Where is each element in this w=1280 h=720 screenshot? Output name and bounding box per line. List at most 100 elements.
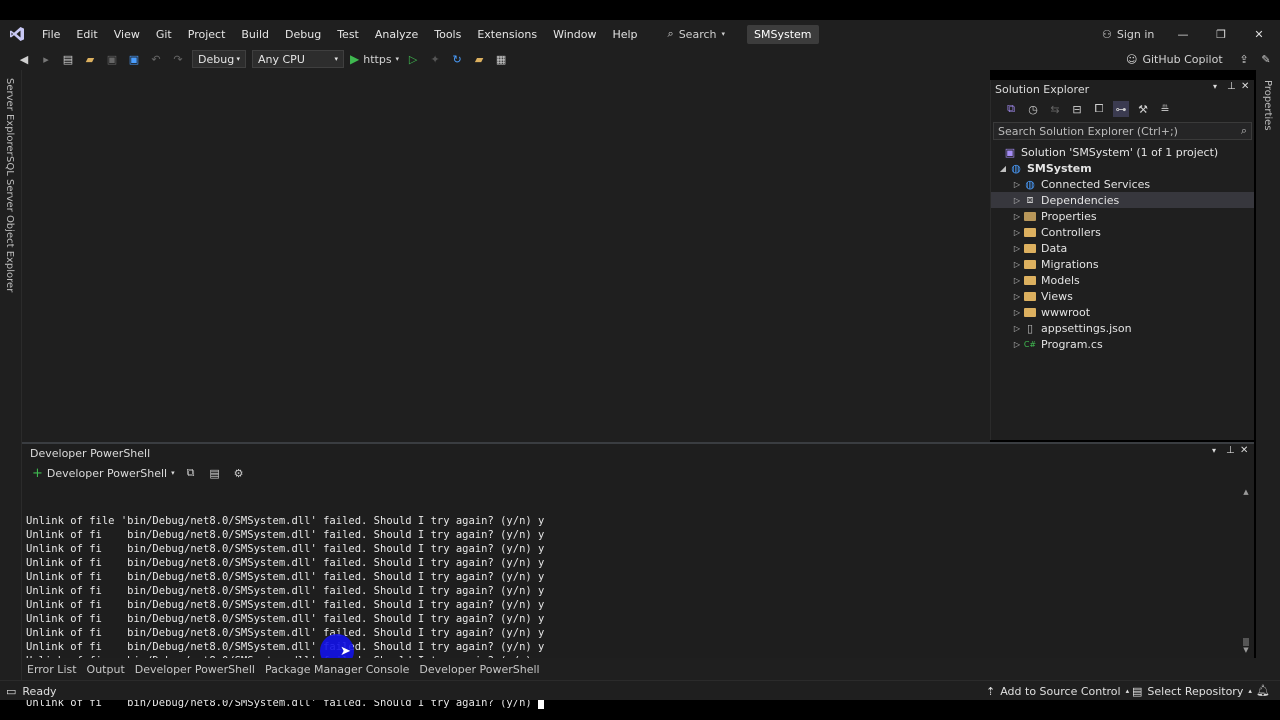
tree-item-controllers[interactable]: ▷ Controllers (991, 224, 1254, 240)
configuration-select[interactable]: Debug ▾ (192, 50, 246, 68)
expand-arrow-icon[interactable]: ▷ (1011, 340, 1023, 349)
chevron-down-icon[interactable]: ▾ (1213, 82, 1217, 91)
redo-icon[interactable]: ↷ (170, 51, 186, 67)
settings-gear-icon[interactable]: ⚙ (231, 465, 247, 481)
tree-item-views[interactable]: ▷ Views (991, 288, 1254, 304)
minimize-button[interactable]: — (1164, 20, 1202, 48)
menu-item-test[interactable]: Test (329, 28, 367, 41)
settings-wrench-icon[interactable]: ⚒ (1135, 101, 1151, 117)
expand-arrow-icon[interactable]: ▷ (1011, 196, 1023, 205)
expand-arrow-icon[interactable]: ▷ (1011, 276, 1023, 285)
menu-item-view[interactable]: View (106, 28, 148, 41)
close-icon[interactable]: ✕ (1240, 445, 1248, 456)
folder-view-icon[interactable]: ▰ (471, 51, 487, 67)
save-icon[interactable]: ▣ (104, 51, 120, 67)
tree-item-label: wwwroot (1041, 305, 1091, 319)
new-project-icon[interactable]: ▤ (60, 51, 76, 67)
expand-arrow-icon[interactable]: ▷ (1011, 244, 1023, 253)
tree-item-wwwroot[interactable]: ▷ wwwroot (991, 304, 1254, 320)
tree-item-program-cs[interactable]: ▷ C# Program.cs (991, 336, 1254, 352)
expand-arrow-icon[interactable]: ▷ (1011, 324, 1023, 333)
sync-icon[interactable]: ⇆ (1047, 101, 1063, 117)
start-debugging-button[interactable]: ▶ https ▾ (350, 52, 399, 66)
share-icon[interactable]: ⇪ (1236, 51, 1252, 67)
scroll-thumb[interactable] (1243, 638, 1249, 646)
attach-icon[interactable]: ✦ (427, 51, 443, 67)
tree-item-connected-services[interactable]: ▷ ◍ Connected Services (991, 176, 1254, 192)
menu-item-edit[interactable]: Edit (68, 28, 105, 41)
restore-button[interactable]: ❐ (1202, 20, 1240, 48)
expand-arrow-icon[interactable]: ▷ (1011, 180, 1023, 189)
menu-item-project[interactable]: Project (180, 28, 234, 41)
menu-item-tools[interactable]: Tools (426, 28, 469, 41)
forward-navigate-icon[interactable]: ▸ (38, 51, 54, 67)
tab-developer-powershell-4[interactable]: Developer PowerShell (414, 663, 544, 676)
search-button[interactable]: ⌕ Search ▾ (660, 27, 733, 41)
tree-item-dependencies[interactable]: ▷ ⧈ Dependencies (991, 192, 1254, 208)
menu-item-analyze[interactable]: Analyze (367, 28, 426, 41)
preview-icon[interactable]: ≞ (1157, 101, 1173, 117)
tree-item-properties[interactable]: ▷ Properties (991, 208, 1254, 224)
undo-icon[interactable]: ↶ (148, 51, 164, 67)
menu-item-build[interactable]: Build (233, 28, 277, 41)
expand-arrow-icon[interactable]: ▷ (1011, 228, 1023, 237)
expanded-arrow-icon[interactable]: ◢ (997, 164, 1009, 173)
github-copilot-button[interactable]: ☺ GitHub Copilot (1126, 48, 1223, 70)
expand-arrow-icon[interactable]: ▷ (1011, 212, 1023, 221)
title-menu-bar: File Edit View Git Project Build Debug Test Anal… (0, 20, 1280, 48)
solution-node[interactable]: ▣ Solution 'SMSystem' (1 of 1 project) (991, 144, 1254, 160)
feedback-icon[interactable]: ✎ (1258, 51, 1274, 67)
expand-arrow-icon[interactable]: ▷ (1011, 260, 1023, 269)
tree-item-appsettings-json[interactable]: ▷ ▯ appsettings.json (991, 320, 1254, 336)
layout-icon[interactable]: ▦ (493, 51, 509, 67)
tab-error-list-0[interactable]: Error List (22, 663, 82, 676)
open-folder-icon[interactable]: ▰ (82, 51, 98, 67)
sql-server-object-explorer-tab[interactable]: SQL Server Object Explorer (4, 156, 15, 292)
save-all-icon[interactable]: ▣ (126, 51, 142, 67)
notification-bell-icon[interactable]: 🔔︎ (1256, 684, 1270, 697)
tree-item-data[interactable]: ▷ Data (991, 240, 1254, 256)
pin-icon[interactable]: ⊥ (1226, 445, 1235, 456)
terminal-scrollbar[interactable]: ▲ ▼ (1240, 488, 1252, 656)
properties-tab[interactable]: Properties (1262, 80, 1273, 131)
close-icon[interactable]: ✕ (1241, 81, 1249, 92)
back-navigate-icon[interactable]: ◀ (16, 51, 32, 67)
project-node[interactable]: ◢ ◍ SMSystem (991, 160, 1254, 176)
pin-icon[interactable]: ⊥ (1227, 81, 1236, 92)
show-all-files-icon[interactable]: ⧠ (1091, 101, 1107, 117)
server-explorer-tab[interactable]: Server Explorer (4, 78, 15, 156)
new-terminal-button[interactable]: + Developer PowerShell ▾ (32, 466, 175, 481)
copy-icon[interactable]: ⧉ (183, 465, 199, 481)
expand-arrow-icon[interactable]: ▷ (1011, 292, 1023, 301)
menu-item-window[interactable]: Window (545, 28, 604, 41)
status-icon: ▭ (6, 684, 17, 698)
history-icon[interactable]: ◷ (1025, 101, 1041, 117)
select-repository-button[interactable]: ▤ Select Repository ▴ (1132, 681, 1252, 701)
platform-select[interactable]: Any CPU ▾ (252, 50, 344, 68)
sign-in-button[interactable]: ⚇ Sign in (1102, 20, 1154, 48)
expand-arrow-icon[interactable]: ▷ (1011, 308, 1023, 317)
menu-item-git[interactable]: Git (148, 28, 180, 41)
tab-output-1[interactable]: Output (82, 663, 130, 676)
collapse-all-icon[interactable]: ⊟ (1069, 101, 1085, 117)
tree-item-migrations[interactable]: ▷ Migrations (991, 256, 1254, 272)
close-window-button[interactable]: ✕ (1240, 20, 1278, 48)
tab-package-manager-console-3[interactable]: Package Manager Console (260, 663, 414, 676)
scroll-down-icon[interactable]: ▼ (1240, 646, 1252, 654)
start-without-debugging-icon[interactable]: ▷ (405, 51, 421, 67)
tab-developer-powershell-2[interactable]: Developer PowerShell (130, 663, 260, 676)
tree-item-models[interactable]: ▷ Models (991, 272, 1254, 288)
solution-explorer-search-input[interactable]: Search Solution Explorer (Ctrl+;) ⌕ (993, 122, 1252, 140)
menu-item-debug[interactable]: Debug (277, 28, 329, 41)
solution-icon: ▣ (1004, 145, 1016, 159)
hot-reload-icon[interactable]: ↻ (449, 51, 465, 67)
chevron-down-icon[interactable]: ▾ (1212, 446, 1216, 455)
menu-item-extensions[interactable]: Extensions (469, 28, 545, 41)
paste-icon[interactable]: ▤ (207, 465, 223, 481)
scroll-up-icon[interactable]: ▲ (1240, 488, 1252, 496)
menu-item-file[interactable]: File (34, 28, 68, 41)
filter-icon[interactable]: ⊶ (1113, 101, 1129, 117)
add-to-source-control-button[interactable]: ⇡ Add to Source Control ▴ (986, 681, 1129, 701)
switch-views-icon[interactable]: ⧉ (1003, 101, 1019, 117)
menu-item-help[interactable]: Help (604, 28, 645, 41)
